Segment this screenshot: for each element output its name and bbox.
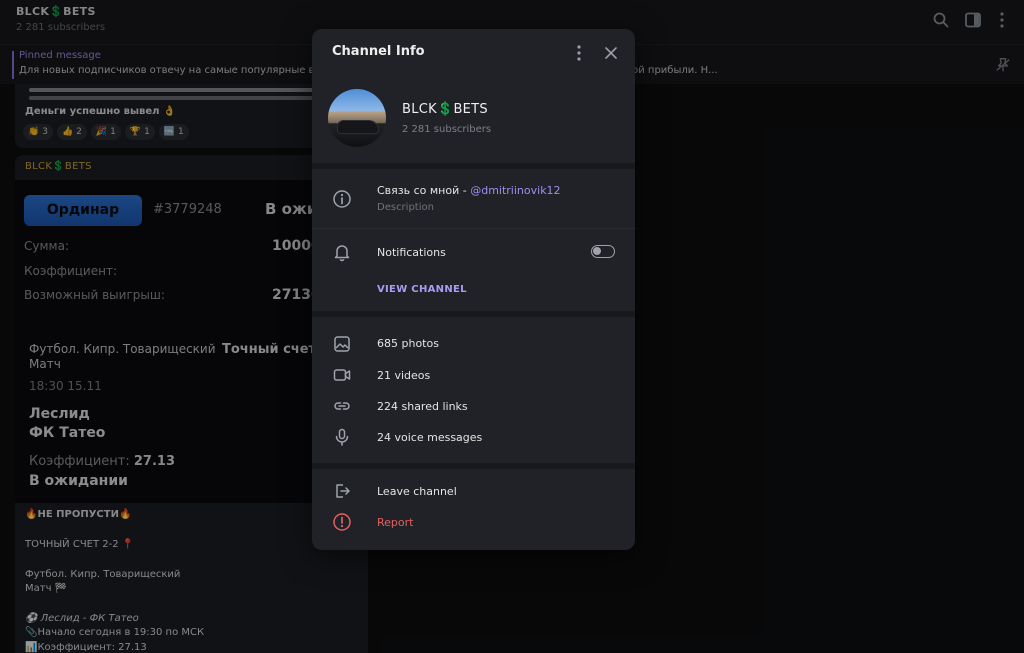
username-link[interactable]: @dmitriinovik12 [470, 184, 560, 197]
notifications-toggle[interactable] [591, 245, 615, 258]
section-divider [312, 311, 635, 317]
more-vertical-icon[interactable] [570, 43, 588, 63]
media-videos[interactable]: 21 videos [377, 369, 430, 382]
description-label: Description [377, 202, 434, 213]
photo-icon [332, 334, 352, 354]
close-icon[interactable] [601, 43, 621, 63]
microphone-icon [332, 427, 352, 447]
report-icon [332, 512, 352, 532]
logout-icon [332, 481, 352, 501]
notifications-label[interactable]: Notifications [377, 246, 446, 259]
media-links[interactable]: 224 shared links [377, 400, 468, 413]
bell-icon [332, 242, 352, 262]
view-channel-button[interactable]: VIEW CHANNEL [377, 284, 467, 295]
video-icon [332, 365, 352, 385]
channel-info-dialog: Channel Info BLCK💲BETS 2 281 subscribers… [312, 29, 635, 550]
channel-avatar[interactable] [328, 89, 386, 147]
media-photos[interactable]: 685 photos [377, 337, 439, 350]
row-divider [312, 228, 635, 229]
channel-subscriber-count: 2 281 subscribers [402, 124, 492, 135]
channel-name: BLCK💲BETS [402, 102, 488, 117]
leave-channel-button[interactable]: Leave channel [377, 485, 457, 498]
section-divider [312, 463, 635, 469]
description-text: Связь со мной - @dmitriinovik12 [377, 184, 561, 197]
link-icon [332, 396, 352, 416]
dialog-header: Channel Info [312, 29, 635, 77]
info-icon [332, 189, 352, 209]
section-divider [312, 163, 635, 169]
dialog-title: Channel Info [332, 44, 425, 59]
media-voice[interactable]: 24 voice messages [377, 431, 482, 444]
report-button[interactable]: Report [377, 516, 413, 529]
